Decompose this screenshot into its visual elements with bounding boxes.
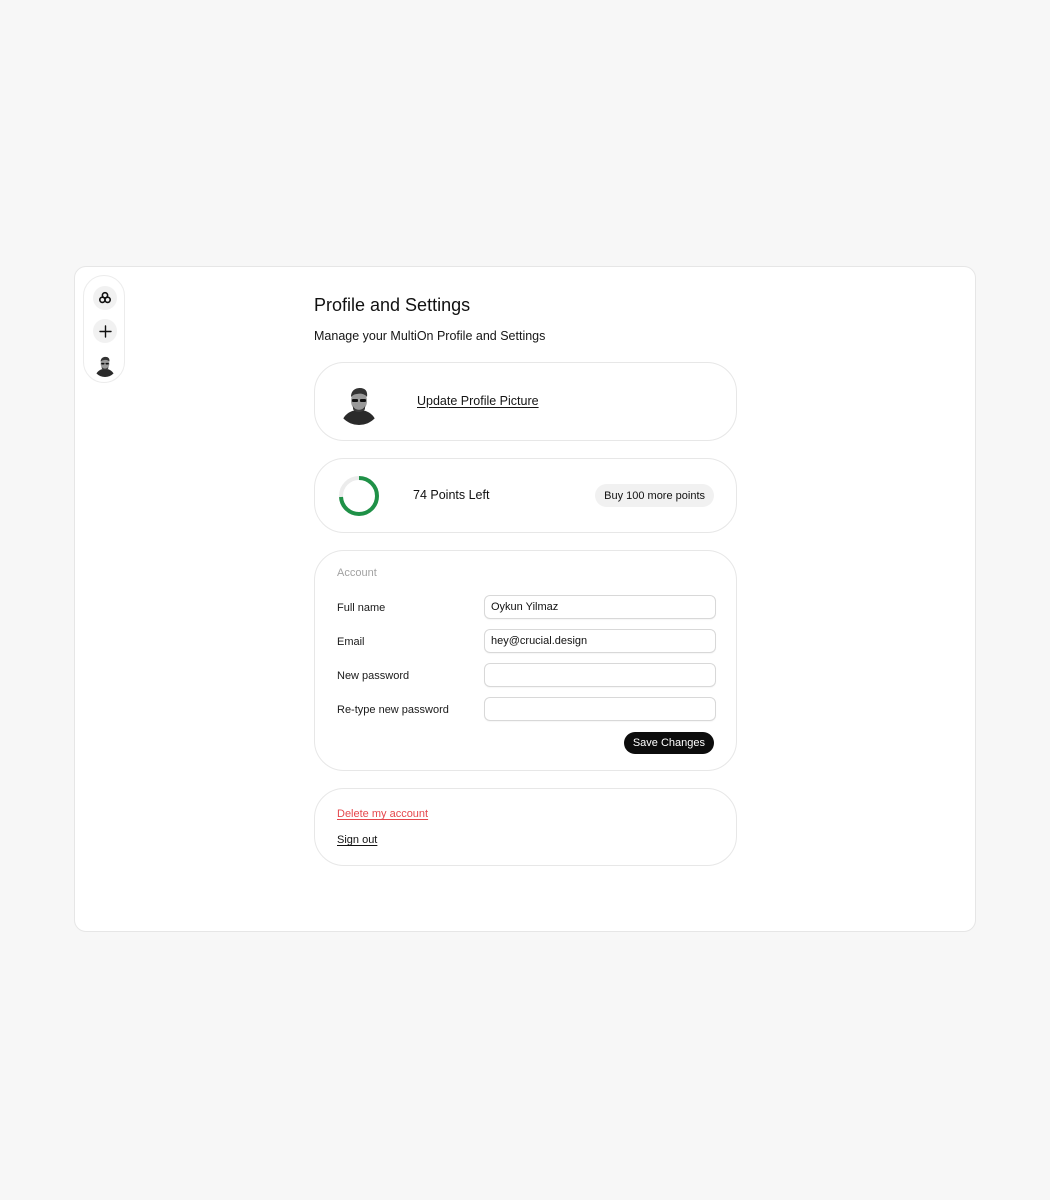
page-subtitle: Manage your MultiOn Profile and Settings — [314, 329, 546, 343]
retype-password-input[interactable] — [484, 697, 716, 721]
email-label: Email — [337, 636, 365, 648]
points-card: 74 Points Left Buy 100 more points — [314, 458, 737, 533]
sign-out-link[interactable]: Sign out — [337, 834, 377, 846]
profile-card: Update Profile Picture — [314, 362, 737, 441]
side-rail — [83, 275, 125, 383]
profile-avatar — [337, 381, 381, 425]
email-input[interactable] — [484, 629, 716, 653]
retype-password-label: Re-type new password — [337, 704, 449, 716]
save-changes-button[interactable]: Save Changes — [623, 732, 714, 754]
multion-logo-icon[interactable] — [93, 286, 117, 310]
account-actions-card: Delete my account Sign out — [314, 788, 737, 866]
buy-more-points-button[interactable]: Buy 100 more points — [595, 484, 714, 507]
settings-window: Profile and Settings Manage your MultiOn… — [74, 266, 976, 932]
plus-icon[interactable] — [93, 319, 117, 343]
new-password-label: New password — [337, 670, 410, 682]
page-title: Profile and Settings — [314, 295, 471, 315]
user-avatar[interactable] — [93, 353, 117, 377]
delete-account-link[interactable]: Delete my account — [337, 808, 428, 820]
full-name-input[interactable] — [484, 595, 716, 619]
points-progress-ring — [339, 476, 379, 516]
update-profile-picture-link[interactable]: Update Profile Picture — [417, 394, 539, 408]
full-name-label: Full name — [337, 602, 386, 614]
points-left-label: 74 Points Left — [413, 488, 490, 502]
account-section-label: Account — [337, 567, 377, 579]
account-card: Account Full name Email New password Re-… — [314, 550, 737, 771]
new-password-input[interactable] — [484, 663, 716, 687]
